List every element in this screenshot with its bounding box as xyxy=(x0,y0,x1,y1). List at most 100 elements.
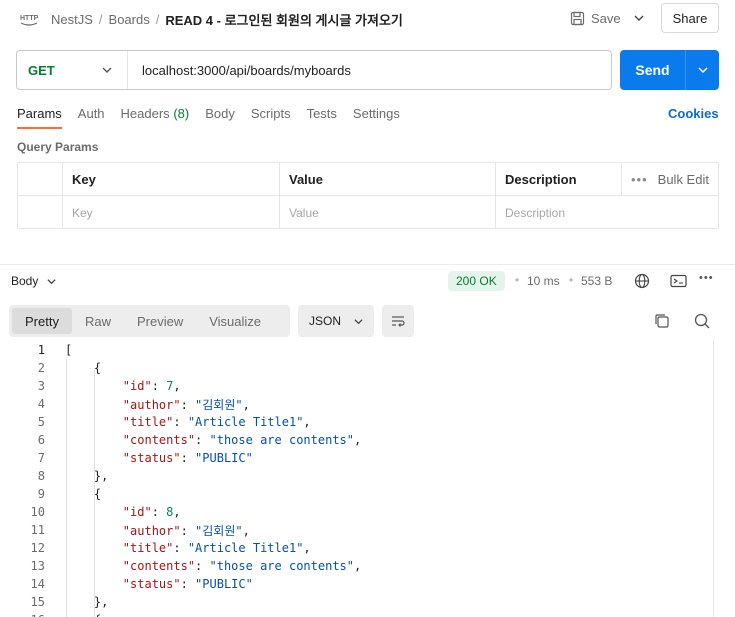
method-select[interactable]: GET xyxy=(17,51,128,89)
panel-divider[interactable] xyxy=(0,264,735,265)
tab-headers[interactable]: Headers (8) xyxy=(121,106,190,129)
tab-body[interactable]: Body xyxy=(205,106,235,129)
line-number: 4 xyxy=(37,397,45,411)
code-text: "title": "Article Title1", xyxy=(122,541,311,555)
format-label: JSON xyxy=(309,314,342,328)
request-bar: GET localhost:3000/api/boards/myboards xyxy=(16,50,612,90)
param-value-input[interactable]: Value xyxy=(279,196,495,229)
tab-pretty[interactable]: Pretty xyxy=(12,308,72,334)
http-request-icon: HTTP xyxy=(20,15,39,26)
code-text: { xyxy=(65,487,102,501)
query-params-table: Key Value Description ••• Bulk Edit Key … xyxy=(17,162,719,229)
tab-scripts[interactable]: Scripts xyxy=(251,106,291,129)
code-text: "title": "Article Title1", xyxy=(122,415,311,429)
line-number: 15 xyxy=(30,595,45,609)
code-line: 11 "author": "김회원", xyxy=(0,521,714,539)
tab-visualize[interactable]: Visualize xyxy=(196,308,274,334)
response-body-editor[interactable]: 1[2 {3 "id": 7, 4 "author": "김회원", 5 "titl… xyxy=(0,341,714,617)
breadcrumb: NestJS / Boards / READ 4 - 로그인된 회원의 게시글 … xyxy=(51,10,403,29)
headers-count-badge: (8) xyxy=(173,106,190,121)
tab-raw[interactable]: Raw xyxy=(72,308,124,334)
line-number: 10 xyxy=(30,505,45,519)
line-number: 6 xyxy=(37,433,45,447)
separator-dot: • xyxy=(515,273,520,287)
indent-guide xyxy=(66,359,67,617)
search-icon[interactable] xyxy=(693,312,711,330)
line-number: 5 xyxy=(37,415,45,429)
line-number: 3 xyxy=(37,379,45,393)
save-options-dropdown[interactable] xyxy=(627,6,651,30)
send-button-group: Send xyxy=(620,50,719,90)
code-text: "author": "김회원", xyxy=(122,397,250,412)
code-text: [ xyxy=(65,343,73,357)
more-options-icon[interactable]: ••• xyxy=(699,272,714,284)
column-header-key: Key xyxy=(62,163,279,196)
code-line: 7 "status": "PUBLIC" xyxy=(0,449,714,467)
globe-icon[interactable] xyxy=(634,273,650,289)
tab-tests[interactable]: Tests xyxy=(307,106,337,129)
line-number: 2 xyxy=(37,361,45,375)
tab-auth[interactable]: Auth xyxy=(78,106,105,129)
code-line: 2 { xyxy=(0,359,714,377)
chevron-down-icon xyxy=(102,67,112,73)
line-number: 11 xyxy=(30,523,45,537)
send-options-dropdown[interactable] xyxy=(686,50,719,90)
code-line: 10 "id": 8, xyxy=(0,503,714,521)
bulk-edit-button[interactable]: ••• Bulk Edit xyxy=(621,163,718,196)
query-params-title: Query Params xyxy=(17,140,99,154)
wrap-lines-button[interactable] xyxy=(382,305,414,337)
code-text: { xyxy=(45,613,101,617)
share-button[interactable]: Share xyxy=(661,3,719,33)
param-description-input[interactable]: Description xyxy=(495,196,718,229)
response-view-tabs: Pretty Raw Preview Visualize xyxy=(9,305,290,337)
save-icon xyxy=(570,11,585,25)
code-text: }, xyxy=(65,469,109,483)
code-line: 4 "author": "김회원", xyxy=(0,395,714,413)
code-text: { xyxy=(65,361,102,375)
tab-settings[interactable]: Settings xyxy=(353,106,400,129)
code-line: 6 "contents": "those are contents", xyxy=(0,431,714,449)
cookies-link[interactable]: Cookies xyxy=(668,106,719,121)
status-badge[interactable]: 200 OK xyxy=(448,271,505,291)
editor-scrollbar[interactable] xyxy=(713,341,714,617)
line-number: 16 xyxy=(0,613,45,617)
response-time[interactable]: 10 ms xyxy=(527,274,560,288)
line-number: 9 xyxy=(37,487,45,501)
line-number: 8 xyxy=(37,469,45,483)
send-button[interactable]: Send xyxy=(620,50,686,90)
save-button[interactable]: Save xyxy=(570,6,621,30)
chevron-down-icon xyxy=(354,318,363,324)
save-response-icon[interactable] xyxy=(670,273,687,289)
save-label: Save xyxy=(591,10,621,26)
param-key-input[interactable]: Key xyxy=(62,196,279,229)
breadcrumb-collection[interactable]: NestJS xyxy=(51,12,93,27)
code-text: "status": "PUBLIC" xyxy=(122,451,253,465)
separator-dot: • xyxy=(569,273,574,287)
tab-params[interactable]: Params xyxy=(17,106,62,129)
code-text: "status": "PUBLIC" xyxy=(122,577,253,591)
code-text: }, xyxy=(65,595,109,609)
line-number: 12 xyxy=(30,541,45,555)
response-size[interactable]: 553 B xyxy=(581,274,612,288)
chevron-down-icon xyxy=(634,15,644,21)
indent-guide xyxy=(94,368,95,494)
copy-icon[interactable] xyxy=(653,312,671,330)
format-select[interactable]: JSON xyxy=(298,305,374,337)
request-name[interactable]: READ 4 - 로그인된 회원의 게시글 가져오기 xyxy=(165,10,403,29)
more-horizontal-icon: ••• xyxy=(631,172,648,187)
code-line: 14 "status": "PUBLIC" xyxy=(0,575,714,593)
code-line: 9 { xyxy=(0,485,714,503)
code-line: 1[ xyxy=(0,341,714,359)
chevron-down-icon xyxy=(697,67,708,74)
top-header: HTTP NestJS / Boards / READ 4 - 로그인된 회원의… xyxy=(0,0,735,36)
code-text: "contents": "those are contents", xyxy=(122,433,362,447)
line-number: 13 xyxy=(30,559,45,573)
response-body-dropdown[interactable]: Body xyxy=(11,274,57,288)
breadcrumb-folder[interactable]: Boards xyxy=(109,12,150,27)
line-number: 7 xyxy=(37,451,45,465)
indent-guide xyxy=(94,494,95,617)
code-line: 16 { xyxy=(0,611,714,617)
wrap-text-icon xyxy=(392,316,405,327)
tab-preview[interactable]: Preview xyxy=(124,308,196,334)
url-input[interactable]: localhost:3000/api/boards/myboards xyxy=(128,51,611,89)
